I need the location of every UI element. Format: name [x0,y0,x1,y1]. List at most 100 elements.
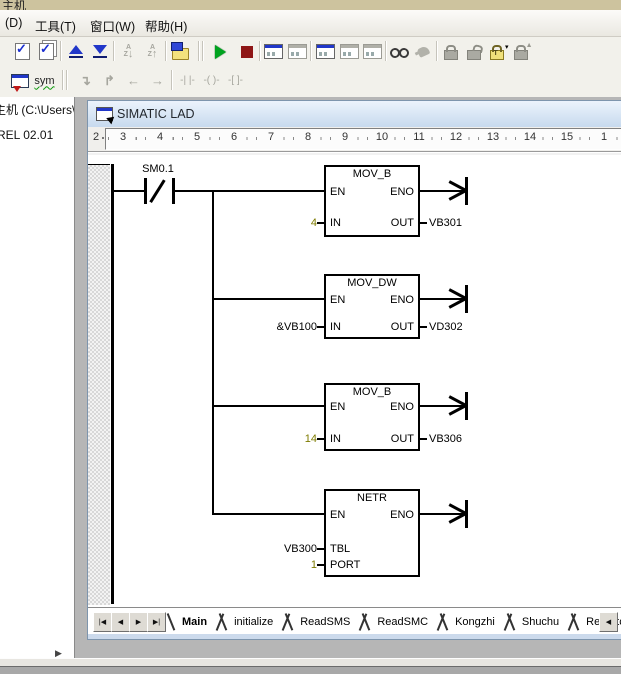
tab-scroll-left-button[interactable]: ◀ [599,612,618,632]
pin-eno: ENO [390,401,414,413]
instruction-block-netr[interactable]: NETR EN ENO TBL PORT [324,489,420,577]
wire [175,190,324,192]
ruler-number: 6 [226,131,242,143]
toolbar-main: AZ↓ AZ↑ T▾ ▲ [0,37,621,67]
output-stub [418,326,427,328]
block-input-value[interactable]: 14 [247,433,317,445]
lad-window-title: SIMATIC LAD [117,107,195,121]
line-up-icon: ↱ [104,73,115,89]
tab-separator [568,612,577,632]
tab-initialize[interactable]: initialize [225,613,282,631]
sort-descending-button: AZ↑ [141,40,164,63]
compile-all-button[interactable] [35,40,58,63]
input-stub [317,564,324,566]
tab-readsms[interactable]: ReadSMS [291,613,359,631]
pin-eno: ENO [390,186,414,198]
address-table-button[interactable] [8,69,31,92]
tab-nav-previous[interactable]: ◀ [111,612,130,632]
block-input-value[interactable]: 4 [247,217,317,229]
nc-contact-slash[interactable] [149,179,165,202]
wire [114,190,145,192]
block-input-value[interactable]: 1 [247,559,317,571]
branch-wire [212,190,214,515]
tab-readsmc[interactable]: ReadSMC [368,613,437,631]
tab-main[interactable]: Main [173,613,216,631]
tab-nav-next[interactable]: ▶ [129,612,148,632]
contact-address-label[interactable]: SM0.1 [130,163,186,175]
instruction-block-mov-b-1[interactable]: MOV_B EN ENO IN OUT [324,165,420,237]
tab-separator [164,612,173,632]
line-down-button: ↴ [74,69,97,92]
symbolic-addressing-button[interactable]: sym [33,69,56,92]
sort-descending-icon: AZ↑ [148,45,158,58]
pin-port: PORT [330,559,360,571]
block-output-address[interactable]: VD302 [429,321,463,333]
ruler-number: 15 [559,131,575,143]
window-title: 主机 [2,0,26,10]
chart-status-button[interactable] [314,40,337,63]
output-stub [418,438,427,440]
pin-en: EN [330,509,345,521]
simatic-lad-titlebar[interactable]: SIMATIC LAD [88,101,621,128]
wire [212,513,324,515]
stop-button[interactable] [235,40,258,63]
menu-item-tools[interactable]: 工具(T) [32,15,79,36]
block-title: MOV_B [326,168,418,180]
menu-item-debug-partial[interactable]: (D) [2,15,25,31]
download-button[interactable] [88,40,111,63]
force-button [412,40,435,63]
mdi-workspace: 主机 (C:\Users\ REL 02.01 ▶ SIMATIC LAD 2 … [0,97,621,658]
password-lock-button[interactable]: T▾ [485,40,508,63]
ruler-number: 4 [152,131,168,143]
block-input-value[interactable]: &VB100 [247,321,317,333]
program-status-button[interactable] [262,40,285,63]
upload-icon [69,45,83,58]
ruler-number: 9 [337,131,353,143]
unlock-all-button: ▲ [509,40,532,63]
block-title: MOV_DW [326,277,418,289]
block-output-address[interactable]: VB301 [429,217,462,229]
tab-kongzhi[interactable]: Kongzhi [446,613,504,631]
view-status-button[interactable] [388,40,411,63]
options-button[interactable] [169,40,192,63]
block-input-value[interactable]: VB300 [247,543,317,555]
network-margin [88,164,110,605]
pause-chart-status-icon [340,44,359,59]
tree-item-host[interactable]: 主机 (C:\Users\ [0,101,75,118]
run-button[interactable] [209,40,232,63]
pin-tbl: TBL [330,543,350,555]
column-ruler: 2 3 4 5 6 7 8 9 10 11 12 13 14 15 [88,127,621,151]
ruler-number: 1 [596,131,612,143]
insert-box-button: -[ ]- [224,69,247,92]
block-output-address[interactable]: VB306 [429,433,462,445]
tree-item-release[interactable]: REL 02.01 [0,128,53,142]
compile-button[interactable] [11,40,34,63]
instruction-block-mov-b-2[interactable]: MOV_B EN ENO IN OUT [324,383,420,451]
tree-scroll-right-arrow[interactable]: ▶ [55,648,62,658]
write-status-button [361,40,384,63]
ruler-number: 3 [115,131,131,143]
pin-out: OUT [391,321,414,333]
pause-program-status-icon [288,44,307,59]
hand-pointer-icon [417,45,431,58]
pin-out: OUT [391,433,414,445]
pou-tab-bar: |◀ ◀ ▶ ▶| Main initialize ReadSMS ReadSM… [88,607,621,634]
menu-item-window[interactable]: 窗口(W) [87,15,138,36]
ruler-ticks [108,137,621,140]
tab-shuchu[interactable]: Shuchu [513,613,568,631]
menu-bar: (D) 工具(T) 窗口(W) 帮助(H) [0,10,621,37]
menu-item-help[interactable]: 帮助(H) [142,15,190,36]
upload-button[interactable] [64,40,87,63]
stop-icon [241,46,253,58]
instruction-block-mov-dw[interactable]: MOV_DW EN ENO IN OUT [324,274,420,339]
chart-status-icon [316,44,335,59]
sort-ascending-button: AZ↓ [117,40,140,63]
input-stub [317,326,324,328]
ruler-number: 5 [189,131,205,143]
ladder-canvas[interactable]: SM0.1 MOV_B EN ENO IN OUT 4 [88,155,621,607]
line-right-icon: → [151,73,164,88]
padlock-icon [444,50,458,60]
tab-nav-first[interactable]: |◀ [93,612,112,632]
tab-separator [359,612,368,632]
window-bottom-edge [0,667,621,674]
